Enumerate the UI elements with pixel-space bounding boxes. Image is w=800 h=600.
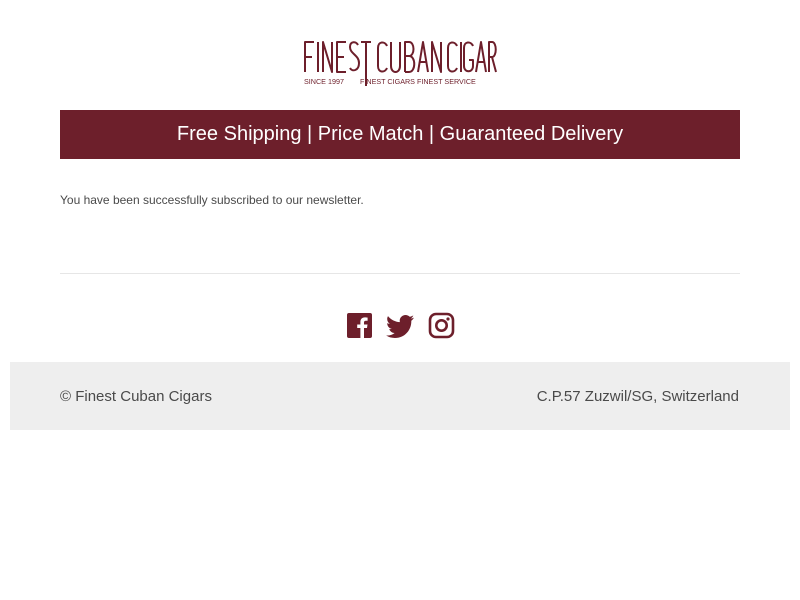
facebook-icon [346,313,372,339]
logo-since-text: SINCE 1997 [304,77,344,86]
subscription-success-message: You have been successfully subscribed to… [60,193,364,207]
instagram-icon [428,312,454,339]
twitter-link[interactable] [385,312,415,340]
copyright-text: © Finest Cuban Cigars [60,388,212,405]
twitter-icon [385,315,414,338]
logo-tagline-text: FINEST CIGARS FINEST SERVICE [360,77,476,86]
promo-banner: Free Shipping | Price Match | Guaranteed… [60,110,740,159]
facebook-link[interactable] [345,312,374,340]
finest-cuban-cigars-logo[interactable]: SINCE 1997 FINEST CIGARS FINEST SERVICE [303,30,497,90]
instagram-link[interactable] [427,312,456,340]
logo-container: SINCE 1997 FINEST CIGARS FINEST SERVICE [0,30,800,90]
footer: © Finest Cuban Cigars C.P.57 Zuzwil/SG, … [10,362,790,430]
address-text: C.P.57 Zuzwil/SG, Switzerland [536,388,739,405]
social-links [0,312,800,342]
divider [60,273,740,274]
